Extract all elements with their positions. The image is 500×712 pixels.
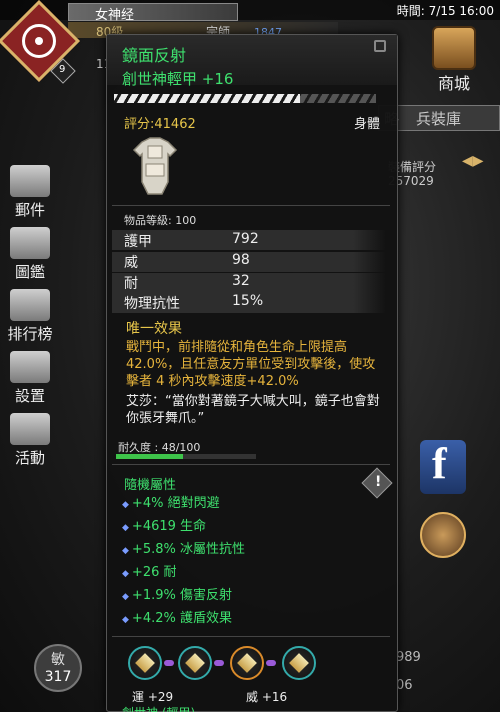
unique-effect-description: 戰鬥中，前排隨從和角色生命上限提高42.0%，且任意友方單位受到攻擊後，使攻擊者…	[126, 340, 376, 389]
item-slot: 身體	[354, 117, 381, 132]
treasure-chest-icon	[432, 26, 476, 70]
durability-fill	[116, 454, 184, 459]
chart-icon	[10, 289, 50, 321]
side-item-label: 設置	[14, 387, 45, 405]
tab-armory[interactable]: 兵裝庫	[416, 108, 461, 129]
side-item-label: 圖鑑	[14, 263, 45, 281]
gem-socket[interactable]	[178, 646, 212, 680]
stat-value: 98	[232, 252, 250, 268]
diamond-bullet-icon: ◆	[122, 615, 129, 625]
random-attribute-text: +4.2% 護盾效果	[131, 611, 232, 626]
random-attribute: ◆ +5.8% 冰屬性抗性	[122, 538, 245, 557]
side-item-label: 郵件	[14, 201, 45, 219]
random-attribute-text: +4% 絕對閃避	[131, 496, 220, 511]
random-attribute-text: +4619 生命	[131, 519, 207, 534]
diamond-bullet-icon: ◆	[122, 592, 129, 602]
avatar-level: 9	[59, 64, 66, 75]
random-attribute-text: +5.8% 冰屬性抗性	[131, 542, 245, 557]
side-item-mail[interactable]: 郵件	[2, 165, 58, 223]
item-score: 評分:41462	[124, 117, 196, 132]
socket-link	[214, 660, 224, 666]
divider	[112, 636, 390, 637]
triskelion-icon	[22, 24, 56, 58]
side-item-codex[interactable]: 圖鑑	[2, 227, 58, 285]
gem-icon	[289, 653, 309, 673]
gem-bonus: 運 +29	[132, 690, 174, 704]
gem-socket[interactable]	[128, 646, 162, 680]
gem-socket[interactable]	[282, 646, 316, 680]
random-attribute: ◆ +1.9% 傷害反射	[122, 584, 232, 603]
side-item-settings[interactable]: 設置	[2, 351, 58, 409]
side-item-events[interactable]: 活動	[2, 413, 58, 471]
diamond-bullet-icon: ◆	[122, 546, 129, 556]
hero-name-plate	[68, 3, 238, 21]
socket-link	[164, 660, 174, 666]
random-attribute: ◆ +26 耐	[122, 561, 177, 580]
book-icon	[10, 227, 50, 259]
guild-emblem-icon[interactable]	[420, 512, 466, 558]
random-attribute-text: +1.9% 傷害反射	[131, 588, 232, 603]
stat-name: 耐	[124, 276, 138, 292]
side-item-label: 活動	[14, 449, 45, 467]
socket-link	[266, 660, 276, 666]
item-level: 物品等級: 100	[124, 214, 197, 227]
quality-bar-empty	[300, 94, 376, 103]
shop-label: 商城	[437, 74, 470, 93]
item-name: 創世神輕甲 +16	[122, 70, 234, 88]
side-item-ranking[interactable]: 排行榜	[2, 289, 58, 347]
shop-button[interactable]: 商城	[424, 26, 484, 94]
background-number: 989	[396, 650, 421, 665]
set-name: 鏡面反射	[122, 46, 187, 65]
stat-value: 32	[232, 273, 250, 289]
truncated-item-text: 創世神 (輕甲)	[122, 704, 195, 712]
arrow-icon: ◀▶	[462, 153, 484, 169]
random-attributes-title: 隨機屬性	[124, 478, 177, 493]
gem-socket[interactable]	[230, 646, 264, 680]
quality-bar	[114, 94, 300, 103]
diamond-bullet-icon: ◆	[122, 500, 129, 510]
stat-name: 威	[124, 255, 138, 271]
stat-name: 護甲	[124, 234, 152, 250]
durability-label: 耐久度 : 48/100	[118, 441, 201, 454]
exclamation-icon: !	[375, 474, 382, 490]
random-attribute: ◆ +4.2% 護盾效果	[122, 607, 232, 626]
unique-effect-title: 唯一效果	[126, 321, 182, 337]
divider	[112, 464, 390, 465]
stat-value: 792	[232, 231, 259, 247]
random-attribute-text: +26 耐	[131, 565, 177, 580]
mail-icon	[10, 165, 50, 197]
hero-name: 女神经	[95, 8, 135, 23]
random-attribute: ◆ +4% 絕對閃避	[122, 492, 220, 511]
facebook-icon: f	[432, 439, 447, 488]
stat-name: 物理抗性	[124, 296, 180, 312]
gem-icon	[237, 653, 257, 673]
random-attribute: ◆ +4619 生命	[122, 515, 206, 534]
diamond-bullet-icon: ◆	[122, 523, 129, 533]
stat-value: 15%	[232, 293, 264, 309]
stat-value: 317	[44, 669, 72, 685]
clock-text: 時間: 7/15 16:00	[396, 4, 494, 18]
background-number: 06	[396, 678, 413, 693]
armor-icon	[132, 137, 178, 195]
stat-label: 敏	[51, 652, 65, 668]
gem-bonus: 威 +16	[246, 690, 288, 704]
durability-bar	[116, 454, 256, 459]
divider	[112, 205, 390, 206]
diamond-bullet-icon: ◆	[122, 569, 129, 579]
lock-icon[interactable]	[374, 40, 386, 52]
side-item-label: 排行榜	[7, 325, 53, 343]
gear-icon	[10, 351, 50, 383]
gem-icon	[185, 653, 205, 673]
agility-stat: 敏 317	[34, 644, 82, 692]
gem-icon	[135, 653, 155, 673]
gem-sockets	[122, 646, 322, 686]
event-icon	[10, 413, 50, 445]
flavor-quote: 艾莎：“當你對著鏡子大喊大叫，鏡子也會對你張牙舞爪。”	[126, 394, 380, 426]
